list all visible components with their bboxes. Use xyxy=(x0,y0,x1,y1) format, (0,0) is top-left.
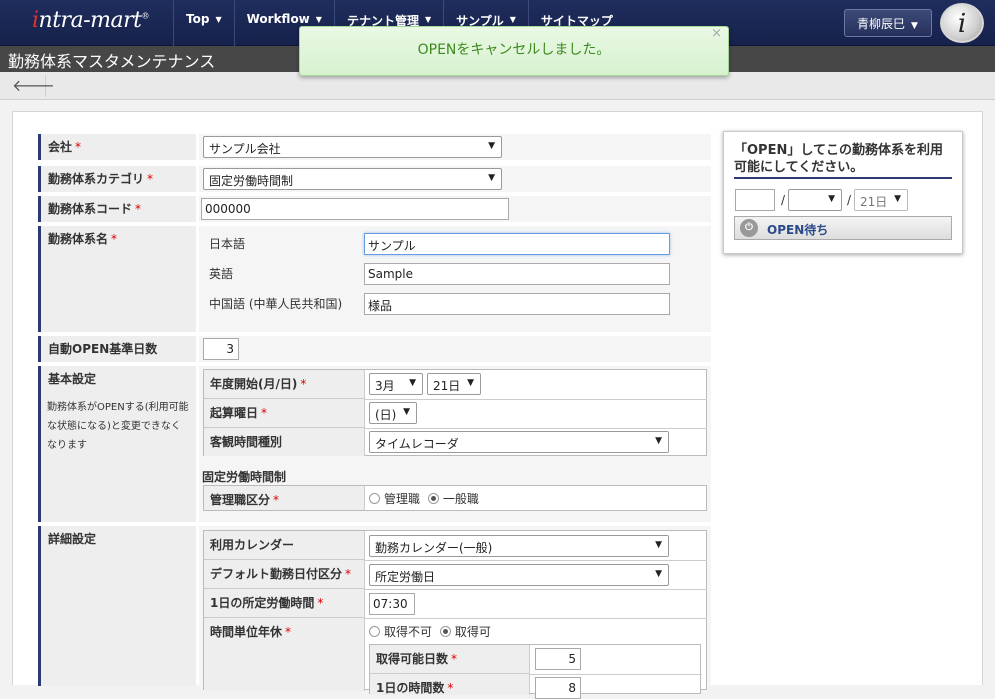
chevron-down-icon: ▼ xyxy=(655,569,662,579)
open-day-select[interactable]: 21日 ▼ xyxy=(854,189,908,211)
toast-text: OPENをキャンセルしました。 xyxy=(417,42,611,58)
chevron-down-icon: ▼ xyxy=(911,21,918,31)
manager-radio[interactable]: 管理職 xyxy=(369,492,420,506)
hourly-leave-label: 時間単位年休 * xyxy=(204,618,365,691)
time-type-select[interactable]: タイムレコーダ ▼ xyxy=(369,431,669,453)
chevron-down-icon: ▼ xyxy=(894,194,901,204)
open-year-input[interactable] xyxy=(735,189,775,211)
leave-hours-input[interactable]: 8 xyxy=(535,677,581,699)
fiscal-start-label: 年度開始(月/日) * xyxy=(204,370,365,399)
general-radio[interactable]: 一般職 xyxy=(427,492,479,506)
calendar-select[interactable]: 勤務カレンダー(一般) ▼ xyxy=(369,535,669,557)
company-select[interactable]: サンプル会社 ▼ xyxy=(203,136,502,158)
auto-open-input[interactable]: 3 xyxy=(203,338,239,360)
open-panel-title: 「OPEN」してこの勤務体系を利用可能にしてください。 xyxy=(734,142,952,179)
code-input[interactable]: 000000 xyxy=(201,198,509,220)
auto-open-row xyxy=(199,336,711,362)
divider xyxy=(365,618,707,619)
divider xyxy=(365,428,707,429)
chevron-down-icon: ▼ xyxy=(655,540,662,550)
divider xyxy=(365,589,707,590)
basic-settings-note: 勤務体系がOPENする(利用可能な状態になる)と変更できなくなります xyxy=(47,402,189,451)
fiscal-month-select[interactable]: 3月 ▼ xyxy=(369,373,423,395)
chevron-down-icon: ▼ xyxy=(488,141,495,151)
name-en-input[interactable]: Sample xyxy=(364,263,670,285)
daily-hours-label: 1日の所定労働時間 * xyxy=(204,589,365,618)
leave-days-label: 取得可能日数 * xyxy=(370,645,530,674)
chevron-down-icon: ▼ xyxy=(488,173,495,183)
chevron-down-icon: ▼ xyxy=(403,407,410,417)
toast-message: OPENをキャンセルしました。 × xyxy=(299,26,729,76)
chevron-down-icon: ▼ xyxy=(828,194,835,204)
user-menu-button[interactable]: 青柳辰巳 ▼ xyxy=(844,9,932,37)
name-zh-input[interactable]: 様品 xyxy=(364,293,670,315)
name-ja-input[interactable]: サンプル xyxy=(364,233,670,255)
lang-zh-label: 中国語 (中華人民共和国) xyxy=(209,297,343,311)
category-select[interactable]: 固定労働時間制 ▼ xyxy=(203,168,502,190)
divider xyxy=(365,399,707,400)
fiscal-day-select[interactable]: 21日 ▼ xyxy=(427,373,481,395)
open-month-select[interactable]: ▼ xyxy=(788,189,842,211)
back-arrow-icon[interactable]: 🡐 xyxy=(12,75,55,97)
default-day-select[interactable]: 所定労働日 ▼ xyxy=(369,564,669,586)
auto-open-label: 自動OPEN基準日数 xyxy=(38,336,196,362)
lang-ja-label: 日本語 xyxy=(209,237,246,251)
calendar-label: 利用カレンダー xyxy=(204,531,365,560)
chevron-down-icon: ▼ xyxy=(467,378,474,388)
main-panel: 会社 * サンプル会社 ▼ 勤務体系カテゴリ * 固定労働時間制 ▼ 勤務体系コード * … xyxy=(12,111,983,699)
chevron-down-icon: ▼ xyxy=(655,436,662,446)
divider xyxy=(365,560,707,561)
hourly-leave-no-radio[interactable]: 取得不可 xyxy=(369,625,432,639)
name-label: 勤務体系名 * xyxy=(38,226,196,332)
detail-settings-label: 詳細設定 xyxy=(38,526,196,686)
basic-settings-title: 基本設定 xyxy=(48,372,97,386)
leave-days-input[interactable]: 5 xyxy=(535,648,581,670)
divider xyxy=(530,674,702,675)
date-separator: / xyxy=(781,193,786,207)
close-icon[interactable]: × xyxy=(711,25,722,43)
code-label: 勤務体系コード * xyxy=(38,196,196,222)
toolbar: 🡐 xyxy=(0,72,995,100)
chevron-down-icon: ▼ xyxy=(409,378,416,388)
start-weekday-label: 起算曜日 * xyxy=(204,399,365,428)
company-label: 会社 * xyxy=(38,134,196,160)
open-wait-button[interactable]: ⏻ OPEN待ち xyxy=(734,216,952,240)
lang-en-label: 英語 xyxy=(209,267,234,281)
manager-radio-group: 管理職 一般職 xyxy=(369,490,479,507)
time-type-label: 客観時間種別 xyxy=(204,428,365,456)
hourly-leave-yes-radio[interactable]: 取得可 xyxy=(439,625,491,639)
open-panel: 「OPEN」してこの勤務体系を利用可能にしてください。 / ▼ / 21日 ▼ ⏻… xyxy=(723,131,963,254)
chevron-down-icon: ▼ xyxy=(215,15,222,24)
chevron-down-icon: ▼ xyxy=(509,15,516,24)
default-day-label: デフォルト勤務日付区分 * xyxy=(204,560,365,589)
chevron-down-icon: ▼ xyxy=(315,15,322,24)
i-logo-icon[interactable]: i xyxy=(940,3,984,43)
daily-hours-input[interactable]: 07:30 xyxy=(369,593,415,615)
manager-label: 管理職区分 * xyxy=(204,486,365,510)
fixed-heading: 固定労働時間制 xyxy=(202,470,287,484)
intra-mart-logo[interactable]: intra-mart® xyxy=(32,8,149,33)
nav-top[interactable]: Top ▼ xyxy=(173,0,234,46)
start-weekday-select[interactable]: (日) ▼ xyxy=(369,402,417,424)
category-label: 勤務体系カテゴリ * xyxy=(38,166,196,192)
chevron-down-icon: ▼ xyxy=(424,15,432,24)
power-icon: ⏻ xyxy=(740,219,758,237)
hourly-leave-radio-group: 取得不可 取得可 xyxy=(369,623,491,640)
date-separator: / xyxy=(847,193,852,207)
